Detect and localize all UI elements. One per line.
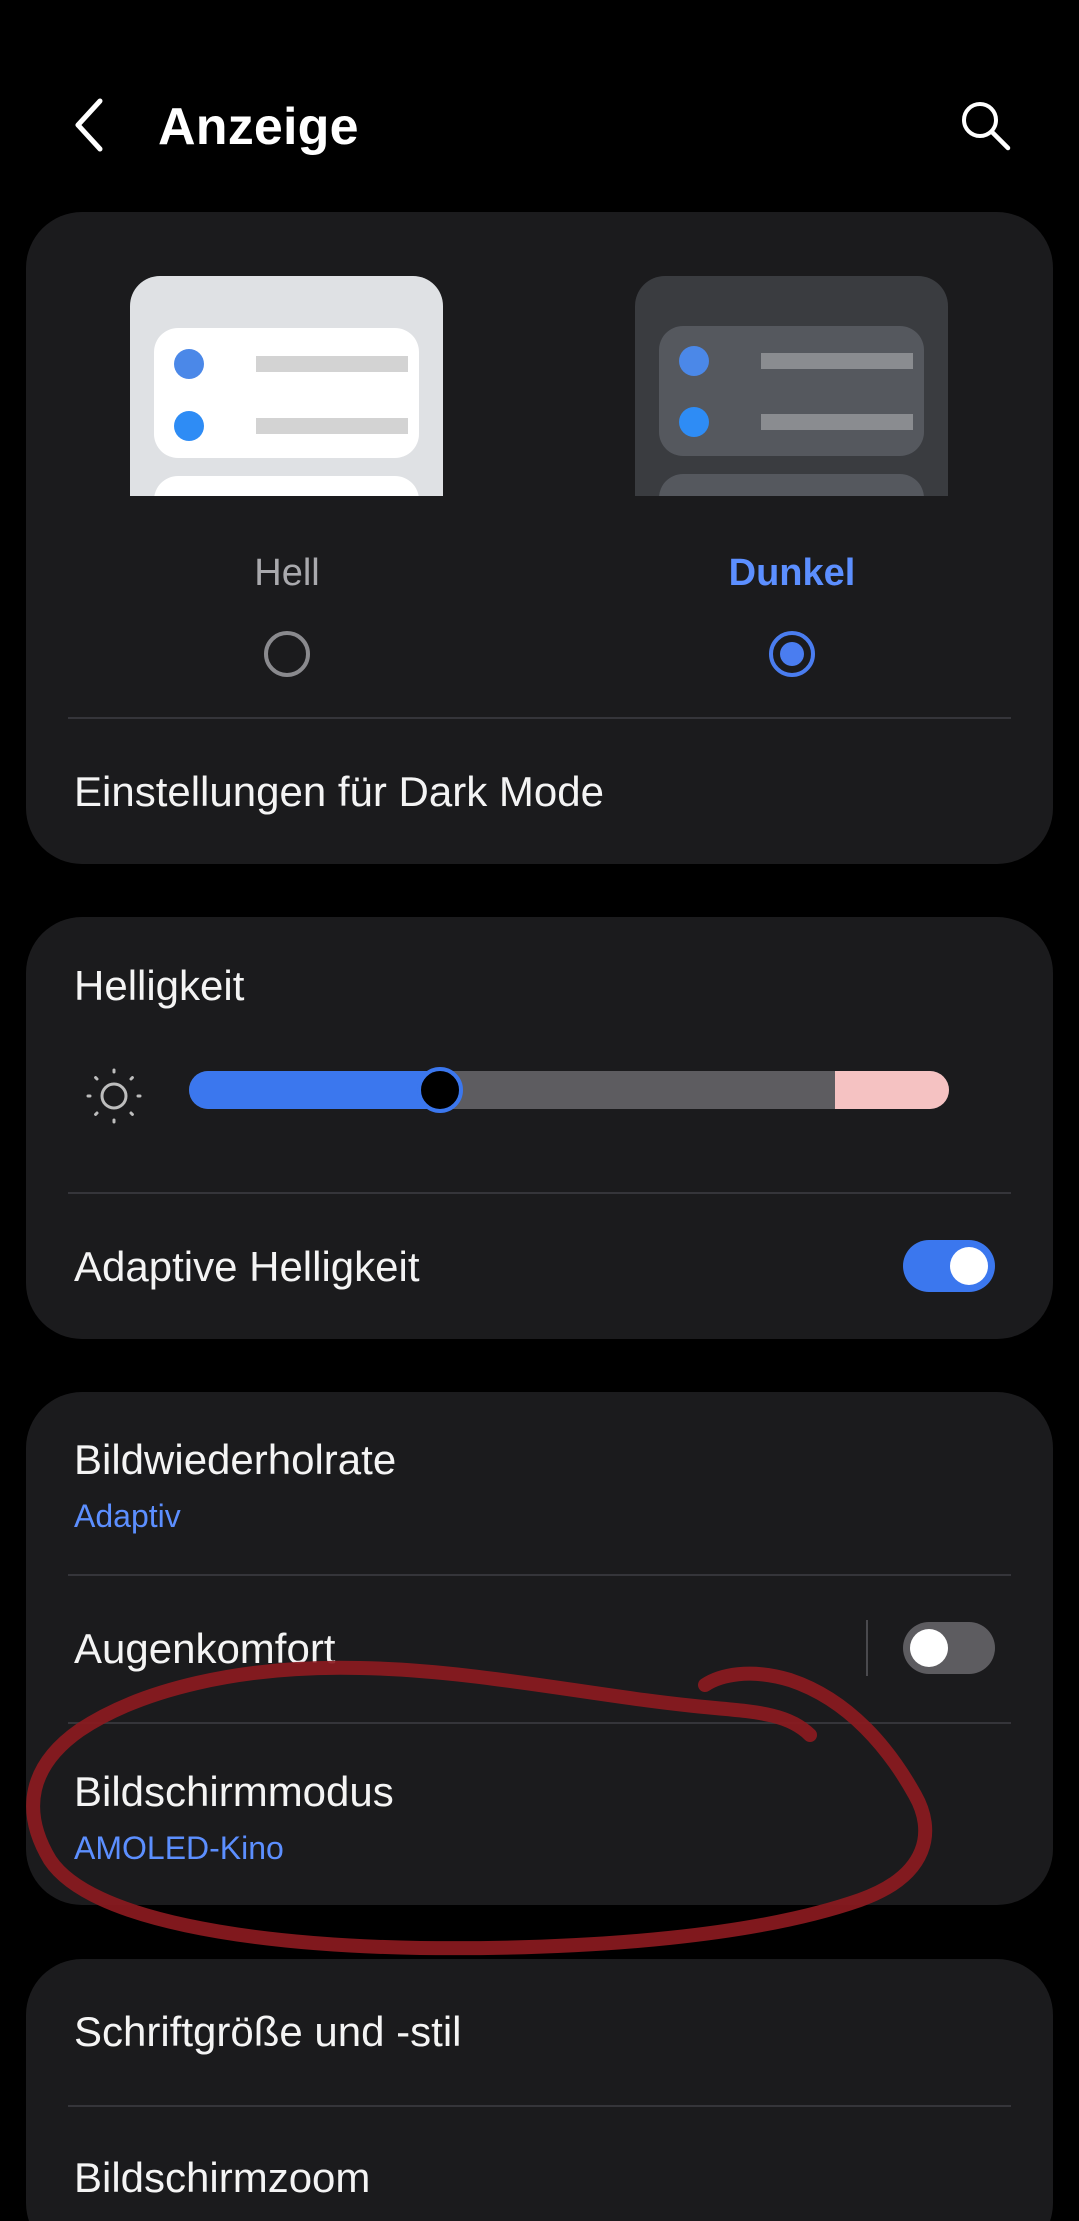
display-settings-screen: Anzeige Hell Dunkel Einstellungen für Da… (0, 0, 1079, 2221)
screen-mode-title[interactable]: Bildschirmmodus (74, 1766, 394, 1818)
preview-dot (174, 411, 204, 441)
light-theme-label: Hell (254, 552, 320, 594)
vertical-separator (866, 1620, 868, 1676)
extra-brightness-zone (835, 1071, 949, 1109)
preview-line (761, 414, 913, 430)
brightness-slider[interactable] (189, 1071, 949, 1109)
divider (68, 717, 1011, 719)
preview-dot (679, 346, 709, 376)
font-size-style-item[interactable]: Schriftgröße und -stil (74, 2006, 461, 2058)
light-theme-preview[interactable] (130, 276, 443, 496)
toggle-knob (910, 1629, 948, 1667)
toggle-knob (950, 1247, 988, 1285)
brightness-title: Helligkeit (74, 962, 245, 1009)
page-title: Anzeige (158, 98, 359, 156)
divider (68, 1192, 1011, 1194)
preview-list-card (659, 474, 924, 496)
back-button[interactable] (60, 95, 120, 155)
light-theme-radio[interactable] (264, 631, 310, 677)
search-button[interactable] (955, 95, 1015, 155)
divider (68, 1722, 1011, 1724)
theme-card: Hell Dunkel Einstellungen für Dark Mode (26, 212, 1053, 864)
search-icon (962, 102, 1011, 151)
preview-dot (679, 407, 709, 437)
adaptive-brightness-toggle[interactable] (903, 1240, 995, 1292)
eye-comfort-title[interactable]: Augenkomfort (74, 1623, 335, 1675)
preview-line (256, 418, 408, 434)
preview-dot (174, 349, 204, 379)
refresh-rate-value: Adaptiv (74, 1498, 181, 1534)
sun-icon (84, 1066, 144, 1126)
chevron-left-icon (75, 98, 103, 152)
dark-theme-radio[interactable] (769, 631, 815, 677)
preview-list-card (659, 326, 924, 456)
preview-line (761, 353, 913, 369)
screen-mode-value: AMOLED-Kino (74, 1830, 284, 1866)
screen-zoom-item[interactable]: Bildschirmzoom (74, 2152, 370, 2204)
divider (68, 1574, 1011, 1576)
divider (68, 2105, 1011, 2107)
adaptive-brightness-label[interactable]: Adaptive Helligkeit (74, 1241, 420, 1293)
brightness-slider-fill (189, 1071, 440, 1109)
refresh-rate-title[interactable]: Bildwiederholrate (74, 1434, 396, 1486)
app-bar: Anzeige (0, 0, 1079, 210)
brightness-slider-thumb[interactable] (417, 1067, 463, 1113)
preview-list-card (154, 328, 419, 458)
eye-comfort-toggle[interactable] (903, 1622, 995, 1674)
dark-mode-settings-item[interactable]: Einstellungen für Dark Mode (74, 766, 604, 818)
dark-theme-preview[interactable] (635, 276, 948, 496)
preview-line (256, 356, 408, 372)
preview-list-card (154, 476, 419, 496)
dark-theme-label: Dunkel (728, 552, 856, 594)
